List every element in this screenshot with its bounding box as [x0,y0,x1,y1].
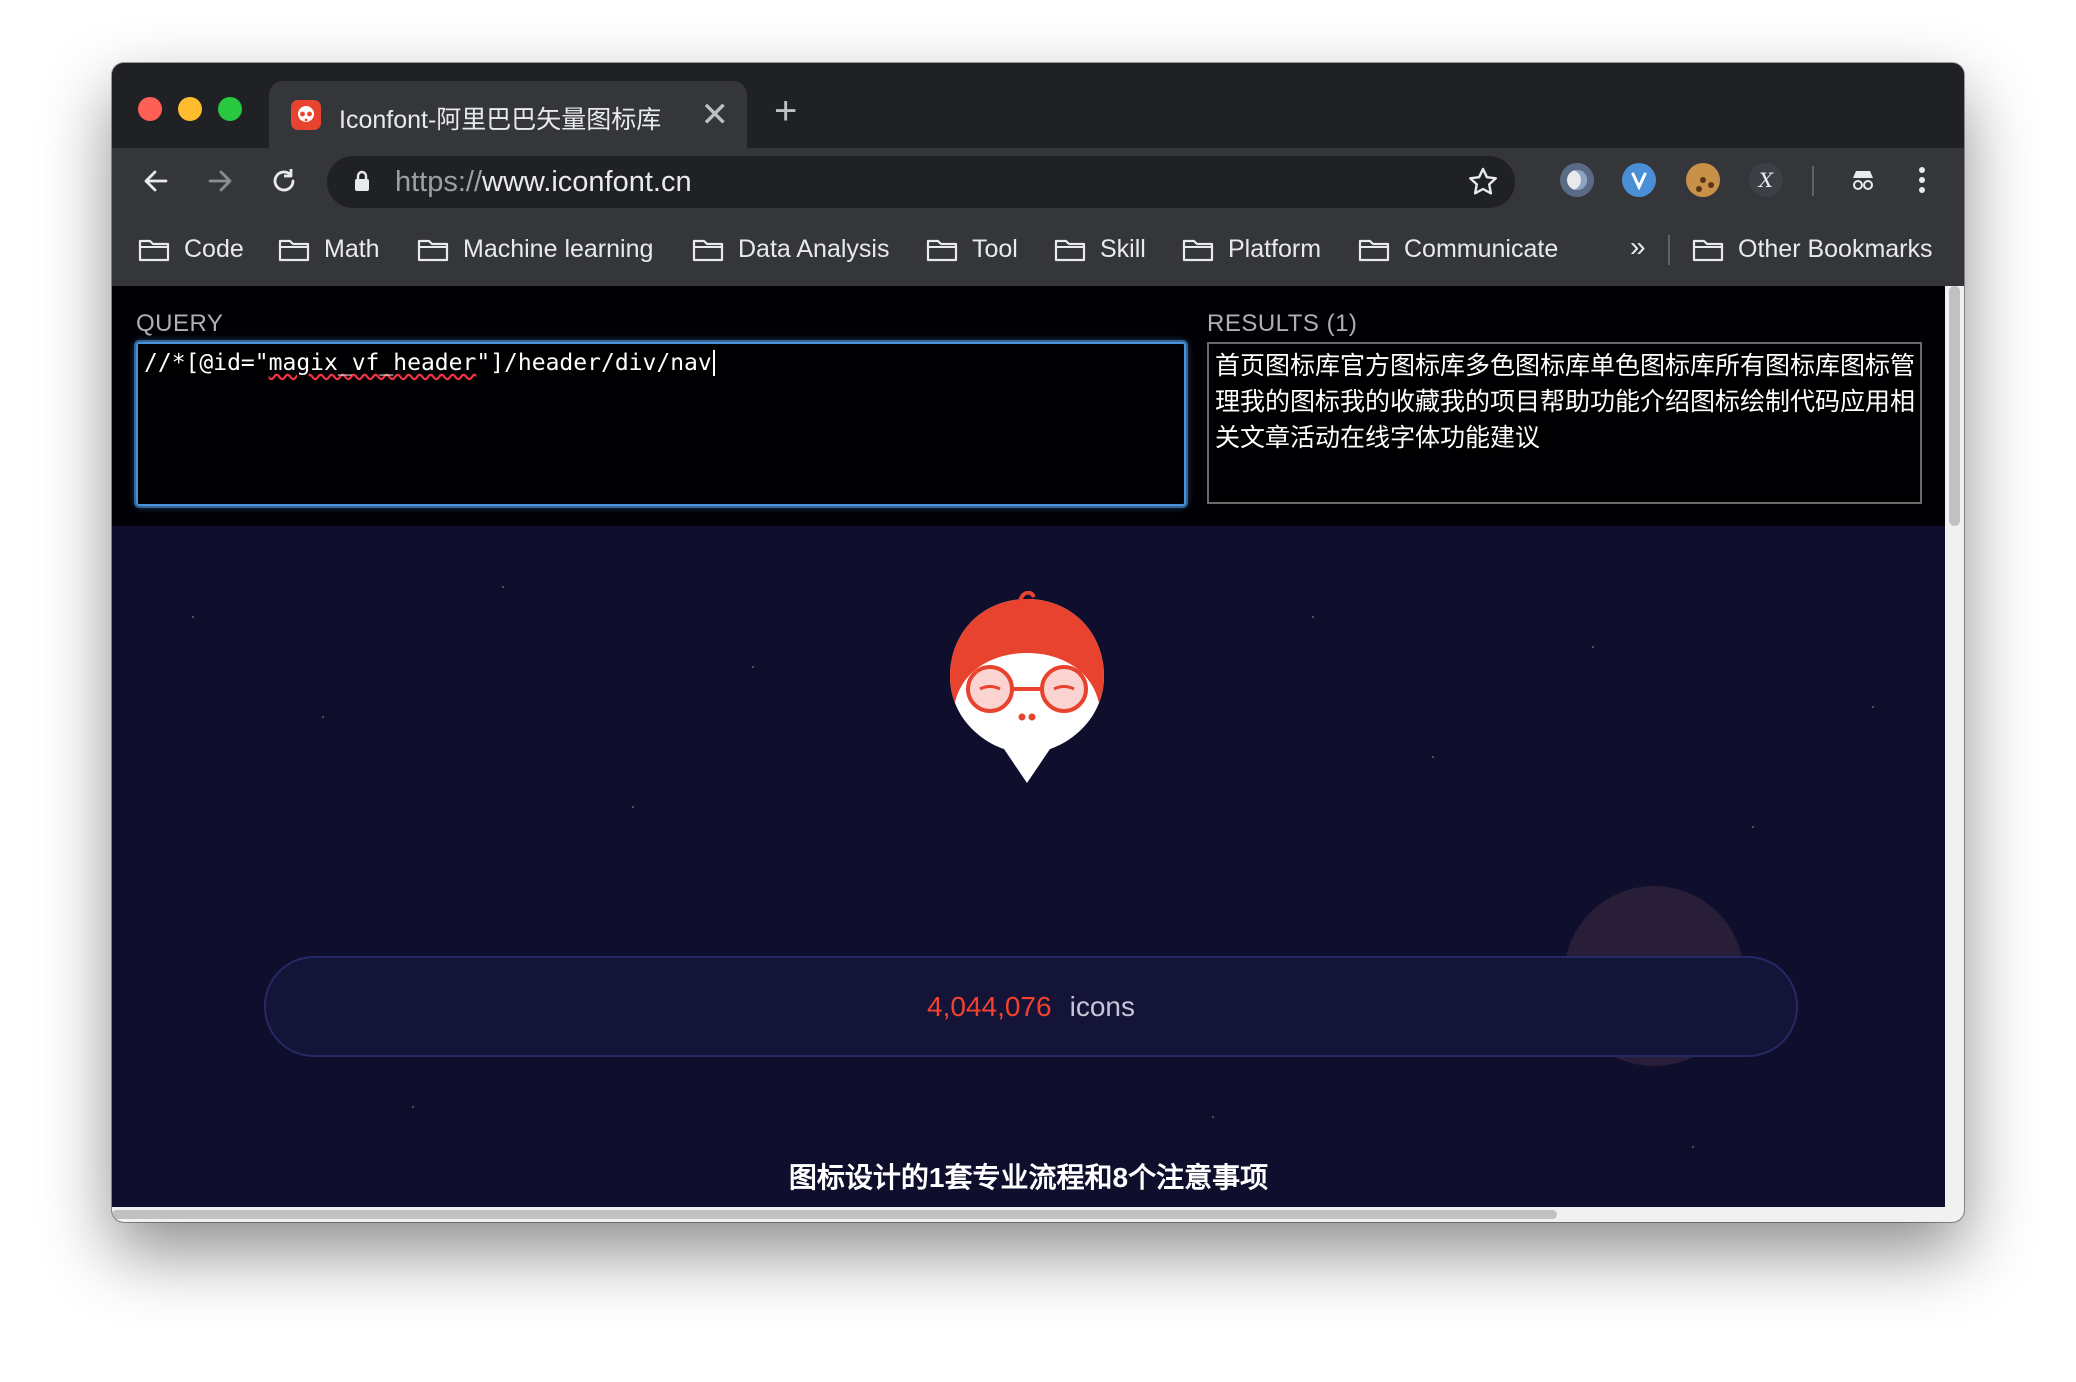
query-text-suffix: "]/header/div/nav [476,350,712,376]
incognito-icon[interactable] [1846,163,1880,197]
bookmark-label: Math [324,235,380,263]
star-decoration [632,806,634,808]
bookmark-label: Platform [1228,235,1322,263]
bookmark-star-icon[interactable] [1467,166,1499,198]
bookmark-label: Data Analysis [738,235,890,263]
icon-count-number: 4,044,076 [927,990,1052,1022]
zoom-window-button[interactable] [218,97,242,121]
bookmark-folder-machine-learning[interactable]: Machine learning [417,213,653,286]
vertical-scrollbar[interactable] [1945,286,1964,1207]
tab-strip: Iconfont-阿里巴巴矢量图标库 ✕ + [112,63,1964,148]
xpath-query-text: //*[@id="magix_vf_header"]/header/div/na… [144,350,715,376]
bookmark-folder-math[interactable]: Math [278,213,380,286]
address-bar[interactable]: https://www.iconfont.cn [327,156,1515,208]
url-host: www.iconfont.cn [482,166,692,198]
folder-icon [138,239,170,261]
browser-window: Iconfont-阿里巴巴矢量图标库 ✕ + https://www.iconf… [112,63,1964,1222]
star-decoration [1432,756,1434,758]
folder-icon [417,239,449,261]
star-decoration [1872,706,1874,708]
extension-cookie-icon[interactable] [1686,163,1720,197]
kebab-menu-icon[interactable] [1905,163,1939,197]
url-text: https://www.iconfont.cn [395,166,692,199]
folder-icon [1182,239,1214,261]
reload-icon [273,169,295,192]
tab-title: Iconfont-阿里巴巴矢量图标库 [339,106,662,134]
bookmark-folder-platform[interactable]: Platform [1182,213,1321,286]
toolbar-separator [1812,166,1814,196]
extension-vpn-icon[interactable] [1622,163,1656,197]
text-cursor [712,350,715,376]
xpath-helper-panel: QUERY //*[@id="magix_vf_header"]/header/… [112,286,1945,526]
folder-icon [1054,239,1086,261]
star-decoration [1692,1146,1694,1148]
query-text-id: magix_vf_header [268,350,477,376]
minimize-window-button[interactable] [178,97,202,121]
other-bookmarks-folder[interactable]: Other Bookmarks [1692,213,1933,286]
folder-icon [278,239,310,261]
query-text-prefix: //*[@id=" [144,350,269,376]
horizontal-scrollbar-thumb[interactable] [112,1210,1557,1219]
bookmark-folder-tool[interactable]: Tool [926,213,1018,286]
bookmark-folder-data-analysis[interactable]: Data Analysis [692,213,889,286]
star-decoration [752,666,754,668]
url-scheme: https:// [395,166,483,198]
xpath-results-text: 首页图标库官方图标库多色图标库单色图标库所有图标库图标管理我的图标我的收藏我的项… [1215,352,1916,452]
bookmark-label: Tool [972,235,1018,263]
star-decoration [502,586,504,588]
bookmark-folder-communicate[interactable]: Communicate [1358,213,1558,286]
star-decoration [322,716,324,718]
folder-icon [926,239,958,261]
bookmark-label: Code [184,235,244,263]
new-tab-button[interactable]: + [774,91,797,131]
iconfont-mascot-logo [950,591,1104,783]
horizontal-scrollbar[interactable] [112,1207,1964,1222]
toolbar: https://www.iconfont.cn X [112,148,1964,213]
star-decoration [412,1106,414,1108]
folder-icon [1358,239,1390,261]
bookmarks-separator [1668,235,1670,265]
xpath-query-input[interactable]: //*[@id="magix_vf_header"]/header/div/na… [136,342,1186,506]
star-decoration [1212,1116,1214,1118]
bookmark-label: Skill [1100,235,1146,263]
bookmarks-bar: Code Math Machine learning Data Analysis… [112,213,1964,286]
bookmarks-overflow-chevron-icon[interactable]: » [1630,231,1646,263]
page-content: 4,044,076 icons 图标设计的1套专业流程和8个注意事项 QUERY… [112,286,1945,1207]
star-decoration [1592,646,1594,648]
featured-article-link[interactable]: 图标设计的1套专业流程和8个注意事项 [112,1156,1945,1196]
close-window-button[interactable] [138,97,162,121]
tab-iconfont[interactable]: Iconfont-阿里巴巴矢量图标库 ✕ [269,81,747,148]
vertical-scrollbar-thumb[interactable] [1949,286,1960,526]
lock-icon [355,170,369,191]
extension-moon-icon[interactable] [1560,163,1594,197]
star-decoration [192,616,194,618]
star-decoration [1752,826,1754,828]
icon-count-pill: 4,044,076 icons [264,956,1798,1057]
arrow-right-icon [208,170,232,192]
arrow-left-icon [144,170,168,192]
bookmark-label: Machine learning [463,235,654,263]
extension-xpath-icon[interactable]: X [1749,163,1783,197]
bookmark-folder-code[interactable]: Code [138,213,244,286]
back-button[interactable] [136,161,176,201]
forward-button[interactable] [200,161,240,201]
iconfont-favicon-icon [291,100,321,130]
icon-count-label: icons [1069,990,1135,1022]
query-label: QUERY [136,310,224,337]
bookmark-folder-skill[interactable]: Skill [1054,213,1146,286]
reload-button[interactable] [264,161,304,201]
results-label: RESULTS (1) [1207,310,1358,337]
bookmark-label: Other Bookmarks [1738,235,1933,263]
xpath-results-output[interactable]: 首页图标库官方图标库多色图标库单色图标库所有图标库图标管理我的图标我的收藏我的项… [1207,342,1922,504]
folder-icon [1692,239,1724,261]
folder-icon [692,239,724,261]
bookmark-label: Communicate [1404,235,1559,263]
star-decoration [1312,616,1314,618]
close-tab-icon[interactable]: ✕ [701,95,730,135]
